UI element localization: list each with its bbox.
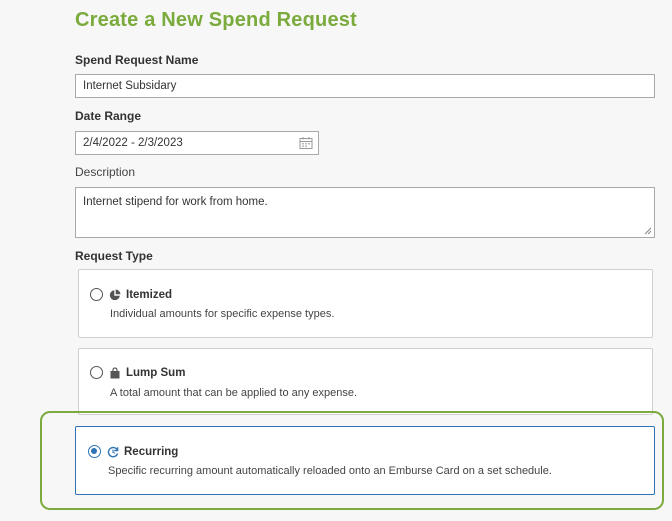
description-label: Description	[75, 165, 136, 179]
spend-request-name-value: Internet Subsidary	[83, 80, 177, 92]
recurring-highlight-outline	[40, 411, 664, 510]
request-type-label: Request Type	[75, 249, 153, 263]
shopping-bag-icon	[110, 366, 120, 378]
resize-grip-icon[interactable]	[643, 226, 652, 235]
date-range-label: Date Range	[75, 109, 142, 123]
lump-sum-title: Lump Sum	[126, 366, 186, 379]
page-title: Create a New Spend Request	[75, 9, 357, 31]
description-value: Internet stipend for work from home.	[83, 196, 268, 208]
itemized-radio[interactable]	[90, 288, 103, 301]
spend-request-name-input[interactable]: Internet Subsidary	[75, 74, 655, 98]
description-textarea[interactable]: Internet stipend for work from home.	[75, 187, 655, 238]
lump-sum-description: A total amount that can be applied to an…	[110, 387, 358, 399]
itemized-title: Itemized	[126, 288, 173, 301]
pie-chart-icon	[109, 289, 121, 300]
date-range-input[interactable]: 2/4/2022 - 2/3/2023	[75, 131, 319, 155]
spend-request-name-label: Spend Request Name	[75, 53, 199, 67]
date-range-value: 2/4/2022 - 2/3/2023	[83, 137, 183, 149]
request-type-card-lump-sum[interactable]: Lump Sum A total amount that can be appl…	[78, 348, 653, 415]
calendar-icon[interactable]	[299, 136, 313, 150]
itemized-description: Individual amounts for specific expense …	[110, 308, 335, 320]
request-type-card-itemized[interactable]: Itemized Individual amounts for specific…	[78, 269, 653, 338]
lump-sum-radio[interactable]	[90, 366, 103, 379]
